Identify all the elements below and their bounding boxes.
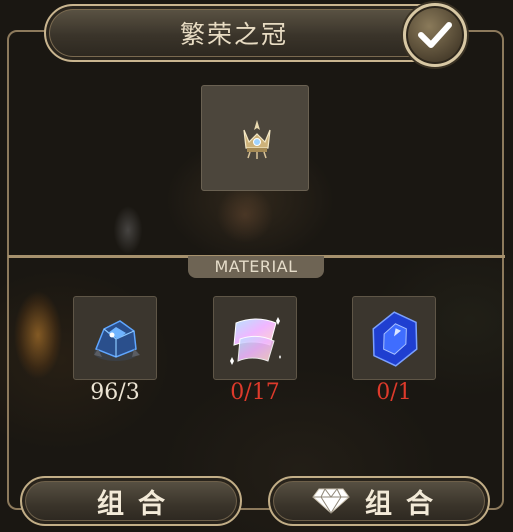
material-count: 96/3 <box>90 380 140 405</box>
result-item-slot[interactable] <box>201 85 309 191</box>
sapphire-gem-icon <box>372 311 418 367</box>
material-slot[interactable] <box>73 296 157 380</box>
gem-combine-button-label: 组合 <box>365 488 447 520</box>
checkmark-icon <box>418 22 452 48</box>
crown-icon <box>243 120 271 159</box>
recipe-title: 繁荣之冠 <box>179 20 288 49</box>
combine-button[interactable]: 组合 <box>20 476 242 526</box>
material-item-1[interactable]: 96/3 <box>73 296 157 405</box>
material-count: 0/17 <box>230 380 280 405</box>
material-slot[interactable] <box>352 296 436 380</box>
diamond-icon <box>311 487 351 515</box>
material-slot[interactable] <box>213 296 297 380</box>
material-item-3[interactable]: 0/1 <box>352 296 436 405</box>
confirm-button[interactable] <box>403 3 467 67</box>
rainbow-cloth-icon <box>230 317 281 365</box>
title-bar: 繁荣之冠 <box>44 4 464 62</box>
material-item-2[interactable]: 0/17 <box>213 296 297 405</box>
material-count: 0/1 <box>376 380 412 405</box>
blue-crystal-ore-icon <box>94 320 140 361</box>
combine-button-label: 组合 <box>97 488 179 520</box>
gem-combine-button[interactable]: 组合 <box>268 476 490 526</box>
material-section-label: MATERIAL <box>188 256 324 278</box>
